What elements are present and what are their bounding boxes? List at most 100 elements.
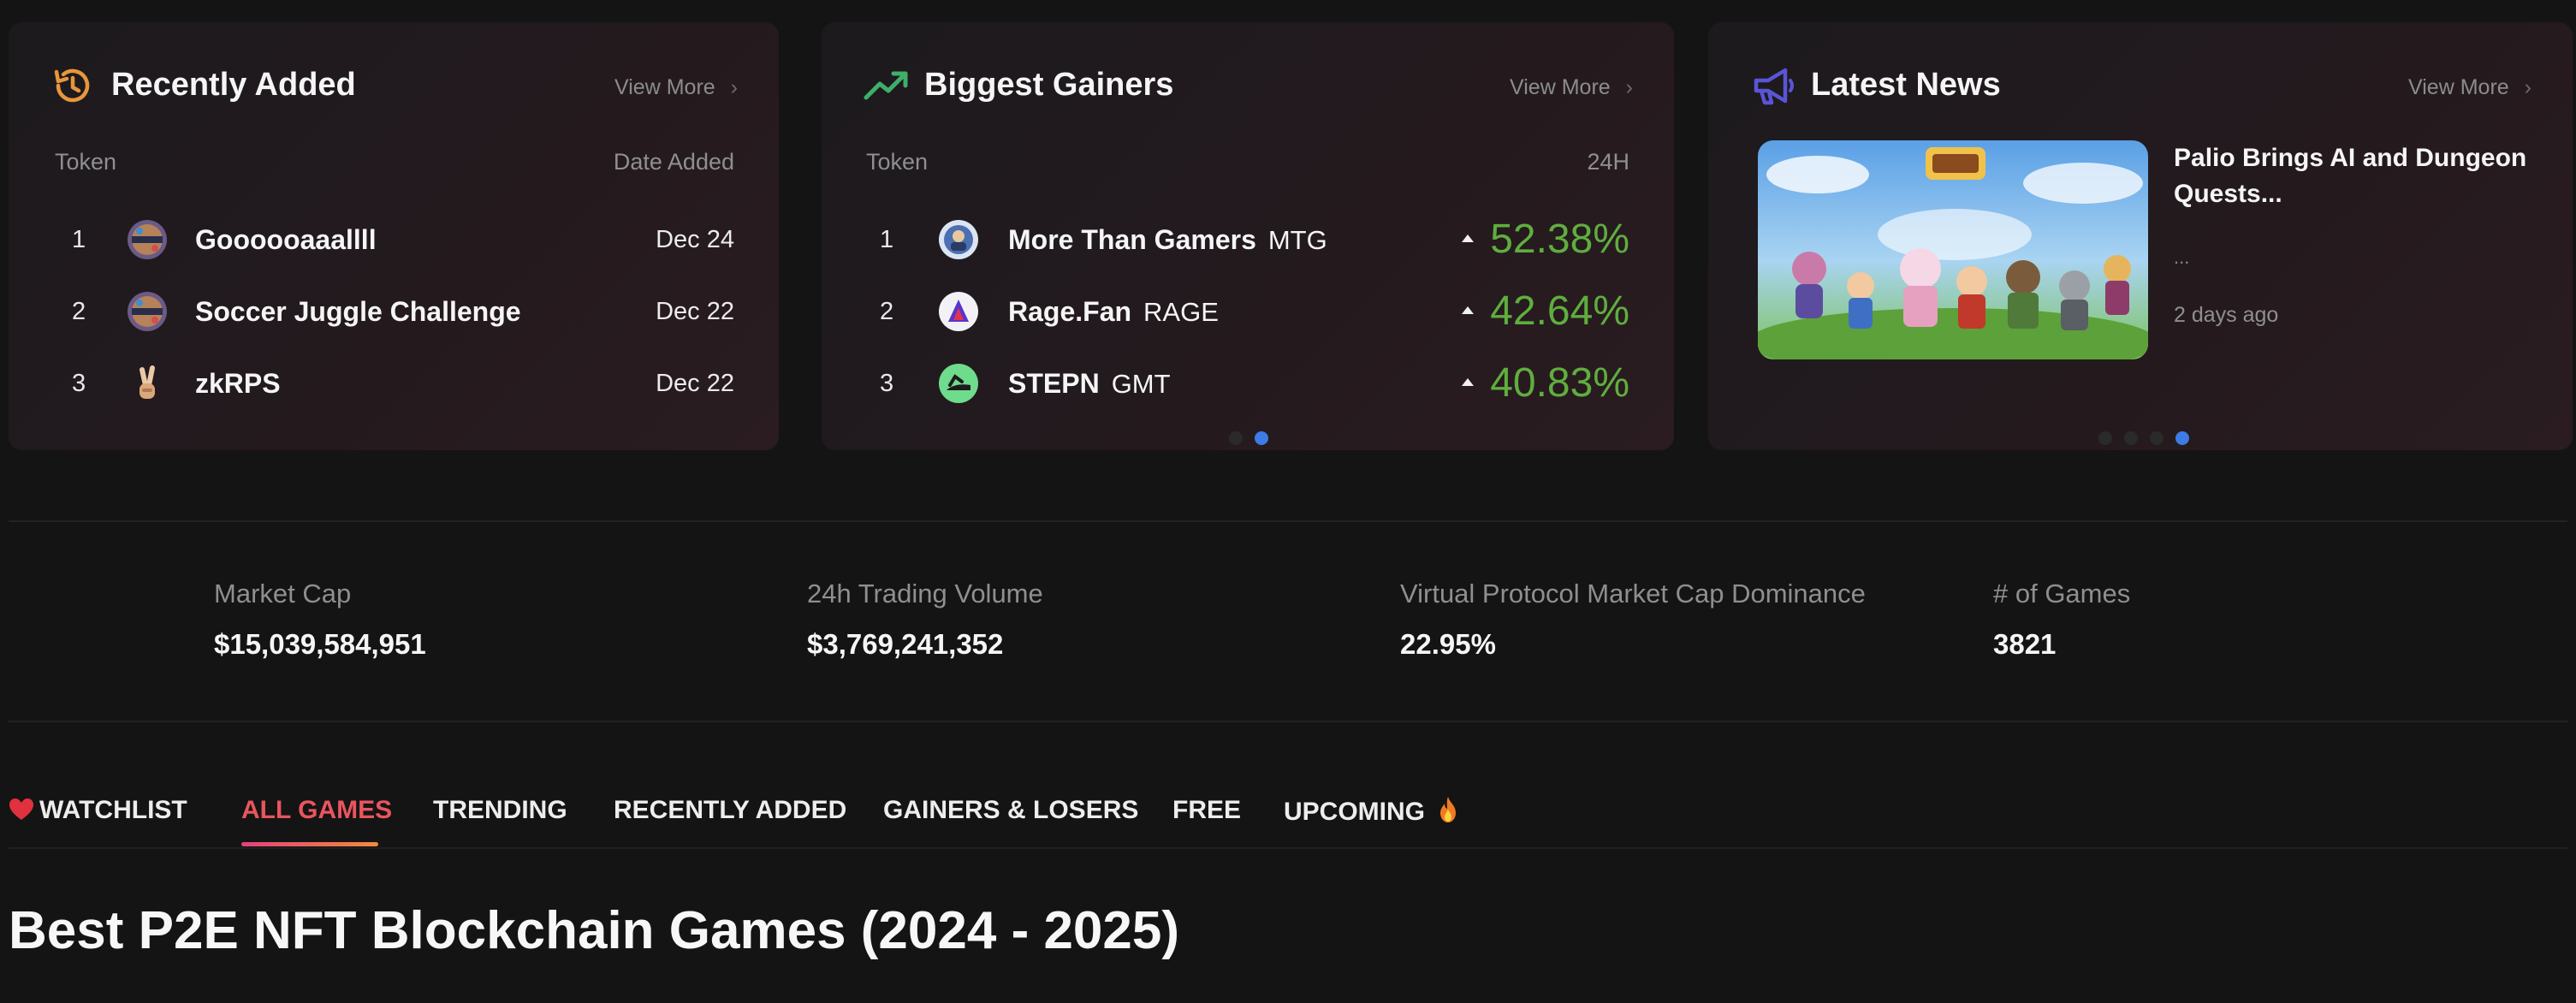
latest-news-title: Latest News [1811,67,2001,103]
game-list-tabs: WATCHLIST ALL GAMES TRENDING RECENTLY AD… [9,787,2567,849]
fusion-logo-icon [127,291,168,332]
token-name-with-symbol[interactable]: Rage.Fan RAGE [1008,296,1219,328]
pagination-dot[interactable] [1229,431,1243,445]
up-arrow-icon [1462,234,1474,242]
date-added-column-header: Date Added [613,149,734,175]
trading-volume-stat: 24h Trading Volume $3,769,241,352 [807,579,1043,661]
chevron-right-icon: › [730,75,738,99]
active-tab-indicator [241,842,378,846]
stat-label: Virtual Protocol Market Cap Dominance [1400,579,1866,608]
pagination-dot[interactable] [2150,431,2163,445]
pagination-dot-active[interactable] [1255,431,1268,445]
latest-news-view-more-link[interactable]: View More › [2408,75,2531,100]
market-cap-dominance-stat: Virtual Protocol Market Cap Dominance 22… [1400,579,1866,661]
tab-watchlist[interactable]: WATCHLIST [9,796,187,825]
24h-column-header: 24H [1587,149,1629,175]
news-article-time: 2 days ago [2174,303,2279,327]
token-name-with-symbol[interactable]: More Than Gamers MTG [1008,224,1327,256]
heart-icon [9,798,33,820]
recently-added-view-more-link[interactable]: View More › [614,75,738,100]
tabs-divider [9,847,2567,849]
stat-label: 24h Trading Volume [807,579,1043,608]
token-symbol: MTG [1267,225,1327,255]
gainer-row[interactable]: 1 More Than Gamers MTG 52.38% [822,216,1674,267]
games-count-stat: # of Games 3821 [1993,579,2130,661]
recent-row[interactable]: 2 Soccer Juggle Challenge Dec 22 [9,288,779,339]
24h-change: 40.83% [1490,360,1629,406]
tab-label: GAINERS & LOSERS [883,796,1139,824]
24h-change: 42.64% [1490,288,1629,334]
up-arrow-icon [1462,378,1474,386]
token-name: STEPN [1008,368,1100,399]
fusion-logo-icon [127,219,168,260]
24h-change: 52.38% [1490,217,1629,262]
biggest-gainers-card: Biggest Gainers View More › Token 24H 1 M… [822,22,1674,450]
rage-logo-icon [938,291,979,332]
token-symbol: GMT [1111,369,1171,399]
biggest-gainers-header: Biggest Gainers View More › [863,60,1633,111]
tab-recently-added[interactable]: RECENTLY ADDED [614,796,846,825]
stat-label: # of Games [1993,579,2131,608]
up-arrow-icon [1462,306,1474,314]
pagination-dot[interactable] [2124,431,2138,445]
token-symbol: RAGE [1143,297,1219,327]
view-more-label: View More [2408,75,2509,99]
latest-news-card: Latest News View More › Palio Brings AI … [1708,22,2573,450]
token-column-header: Token [55,149,117,175]
news-article-title[interactable]: Palio Brings AI and Dungeon Quests... [2174,140,2533,212]
tab-label: RECENTLY ADDED [614,796,847,824]
recently-added-title: Recently Added [111,67,356,103]
tab-free[interactable]: FREE [1172,796,1241,825]
stat-value: 3821 [1993,628,2057,660]
trending-up-icon [864,71,908,100]
tab-upcoming[interactable]: UPCOMING [1284,796,1459,827]
stat-value: $3,769,241,352 [807,628,1004,660]
section-divider [9,721,2567,722]
megaphone-icon [1754,68,1794,105]
pagination-dot[interactable] [2098,431,2112,445]
recently-added-header: Recently Added View More › [50,60,738,111]
stepn-logo-icon [938,363,979,404]
chevron-right-icon: › [1625,75,1633,99]
pagination-dot-active[interactable] [2175,431,2189,445]
news-thumbnail[interactable] [1758,140,2148,359]
section-divider [9,520,2567,522]
date-added: Dec 22 [656,298,734,325]
recent-row[interactable]: 1 Goooooaaallll Dec 24 [9,216,779,267]
market-cap-stat: Market Cap $15,039,584,951 [214,579,426,661]
history-icon [54,68,90,103]
tab-label: ALL GAMES [241,796,393,824]
row-rank: 2 [880,298,894,325]
token-column-header: Token [866,149,929,175]
gainer-row[interactable]: 3 STEPN GMT 40.83% [822,359,1674,411]
token-name-with-symbol[interactable]: STEPN GMT [1008,368,1171,400]
tab-all-games[interactable]: ALL GAMES [241,796,392,825]
token-name: Rage.Fan [1008,296,1132,327]
victory-hand-icon [127,363,168,404]
tab-trending[interactable]: TRENDING [433,796,567,825]
news-article-snippet: ... [2174,246,2190,268]
tab-gainers-losers[interactable]: GAINERS & LOSERS [883,796,1138,825]
biggest-gainers-title: Biggest Gainers [924,67,1174,103]
page-title: Best P2E NFT Blockchain Games (2024 - 20… [9,901,1180,960]
chevron-right-icon: › [2524,75,2531,99]
token-name[interactable]: Soccer Juggle Challenge [195,296,521,328]
view-more-label: View More [1510,75,1611,99]
recent-row[interactable]: 3 zkRPS Dec 22 [9,359,779,411]
token-name: More Than Gamers [1008,224,1256,255]
row-rank: 3 [72,370,86,397]
token-name[interactable]: Goooooaaallll [195,224,377,256]
stat-value: 22.95% [1400,628,1496,660]
row-rank: 1 [72,226,86,253]
tab-label: WATCHLIST [39,796,187,824]
fire-icon [1440,797,1457,822]
row-rank: 1 [880,226,894,253]
row-rank: 2 [72,298,86,325]
tab-label: FREE [1172,796,1242,824]
biggest-gainers-view-more-link[interactable]: View More › [1510,75,1633,100]
token-name[interactable]: zkRPS [195,368,281,400]
row-rank: 3 [880,370,894,397]
stat-label: Market Cap [214,579,352,608]
gainer-row[interactable]: 2 Rage.Fan RAGE 42.64% [822,288,1674,339]
latest-news-header: Latest News View More › [1749,60,2531,111]
